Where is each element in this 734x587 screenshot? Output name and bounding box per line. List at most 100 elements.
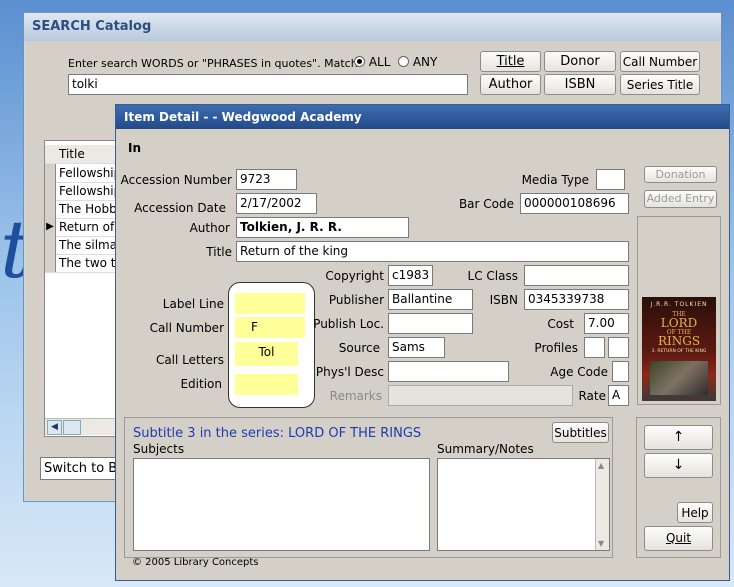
bar-code-field[interactable]: 000000108696 [520, 193, 629, 214]
author-field[interactable]: Tolkien, J. R. R. [236, 217, 409, 238]
accession-number-label: Accession Number [120, 173, 232, 187]
summary-scrollbar[interactable]: ▲ ▼ [595, 459, 609, 550]
subjects-label: Subjects [133, 442, 185, 456]
scroll-up-icon[interactable]: ▲ [598, 461, 604, 470]
results-header[interactable]: Title [45, 145, 120, 164]
scroll-down-icon[interactable]: ▼ [598, 539, 604, 548]
list-item[interactable]: The Hobbit [45, 200, 120, 219]
subtitle-text: Subtitle 3 in the series: LORD OF THE RI… [133, 426, 422, 441]
rate-field[interactable]: A [608, 385, 629, 406]
lc-class-label: LC Class [467, 269, 518, 283]
arrow-up-icon: ↑ [672, 429, 685, 445]
profiles-field-2[interactable] [608, 337, 629, 358]
publisher-field[interactable]: Ballantine [388, 289, 473, 310]
quit-button[interactable]: Quit [644, 526, 713, 551]
age-code-label: Age Code [550, 365, 608, 379]
bar-code-label: Bar Code [458, 197, 514, 211]
book-cover-image: J.R.R. TOLKIEN THE LORD OF THE RINGS 3. … [642, 297, 716, 401]
copyright-label: Copyright [325, 269, 384, 283]
call-number-label: Call Number [149, 321, 224, 335]
cost-label: Cost [547, 317, 574, 331]
row-pointer-icon: ▶ [45, 218, 56, 236]
label-line-field[interactable] [235, 293, 305, 314]
media-type-field[interactable] [596, 169, 625, 190]
donation-button[interactable]: Donation [644, 166, 717, 183]
match-any-radio[interactable] [398, 56, 409, 67]
list-item[interactable]: Fellowship [45, 164, 120, 183]
accession-number-field[interactable]: 9723 [236, 169, 297, 190]
edition-label: Edition [180, 377, 222, 391]
profiles-field-1[interactable] [584, 337, 605, 358]
isbn-label: ISBN [489, 293, 518, 307]
subjects-panel: Subtitle 3 in the series: LORD OF THE RI… [124, 417, 613, 558]
arrow-down-icon: ↓ [672, 457, 685, 473]
title-search-button[interactable]: Title [480, 51, 541, 72]
search-input[interactable]: tolki [68, 74, 468, 95]
edition-field[interactable] [235, 374, 298, 395]
source-label: Source [338, 341, 380, 355]
match-all-option[interactable]: ALL [354, 55, 390, 69]
navigation-panel: ↑ ↓ Help Quit [636, 417, 721, 558]
cover-artwork [650, 361, 708, 395]
copyright-footer: © 2005 Library Concepts [132, 557, 259, 568]
list-item-selected[interactable]: ▶ Return of [45, 218, 120, 237]
search-prompt: Enter search WORDS or "PHRASES in quotes… [68, 57, 362, 70]
profiles-label: Profiles [534, 341, 578, 355]
isbn-field[interactable]: 0345339738 [524, 289, 629, 310]
lc-class-field[interactable] [524, 265, 629, 286]
rate-label: Rate [578, 389, 606, 403]
scroll-thumb[interactable] [63, 420, 81, 435]
spine-label-box: F Tol [228, 282, 315, 408]
detail-window-title: Item Detail - - Wedgwood Academy [116, 105, 729, 129]
subtitles-button[interactable]: Subtitles [552, 422, 609, 443]
list-item[interactable]: The silma [45, 236, 120, 255]
list-item[interactable]: Fellowship [45, 182, 120, 201]
age-code-field[interactable] [612, 361, 629, 382]
phys-desc-label: Phys'l Desc [315, 365, 384, 379]
added-entry-button[interactable]: Added Entry [644, 190, 717, 208]
source-field[interactable]: Sams [388, 337, 445, 358]
results-header-title: Title [59, 147, 85, 161]
search-window-title: SEARCH Catalog [24, 13, 721, 41]
copyright-field[interactable]: c1983 [388, 265, 433, 286]
status-in: In [128, 141, 142, 155]
phys-desc-field[interactable] [388, 361, 509, 382]
cost-field[interactable]: 7.00 [584, 313, 629, 334]
background-swash: t [0, 200, 25, 300]
title-label: Title [206, 245, 232, 259]
publish-loc-field[interactable] [388, 313, 473, 334]
remarks-label: Remarks [329, 389, 382, 403]
match-any-option[interactable]: ANY [398, 55, 437, 69]
call-number-field[interactable]: F [235, 317, 305, 338]
match-all-radio[interactable] [354, 56, 365, 67]
subjects-textarea[interactable] [133, 458, 430, 551]
donor-search-button[interactable]: Donor [544, 51, 616, 72]
match-any-label: ANY [412, 55, 438, 69]
scroll-left-icon[interactable]: ◀ [47, 420, 62, 435]
media-type-label: Media Type [521, 173, 589, 187]
title-field[interactable]: Return of the king [236, 241, 629, 262]
list-item[interactable]: The two to [45, 254, 120, 273]
item-detail-window: Item Detail - - Wedgwood Academy In Acce… [115, 104, 730, 581]
call-number-search-button[interactable]: Call Number [620, 51, 700, 72]
remarks-field[interactable] [388, 385, 573, 406]
author-label: Author [189, 221, 230, 235]
cover-panel: J.R.R. TOLKIEN THE LORD OF THE RINGS 3. … [637, 216, 721, 405]
accession-date-field[interactable]: 2/17/2002 [236, 193, 317, 214]
author-search-button[interactable]: Author [480, 74, 541, 95]
publish-loc-label: Publish Loc. [313, 317, 384, 331]
call-letters-field[interactable]: Tol [235, 342, 298, 366]
isbn-search-button[interactable]: ISBN [544, 74, 616, 95]
help-button[interactable]: Help [677, 502, 713, 523]
summary-notes-textarea[interactable]: ▲ ▼ [437, 458, 610, 551]
call-letters-label: Call Letters [155, 353, 224, 367]
next-record-button[interactable]: ↓ [644, 453, 713, 478]
publisher-label: Publisher [328, 293, 384, 307]
results-list[interactable]: Title Fellowship Fellowship The Hobbit ▶… [44, 140, 121, 437]
horizontal-scrollbar[interactable]: ◀ [45, 418, 120, 435]
match-all-label: ALL [368, 55, 391, 69]
accession-date-label: Accession Date [134, 201, 226, 215]
switch-button[interactable]: Switch to BR [40, 457, 118, 480]
previous-record-button[interactable]: ↑ [644, 425, 713, 450]
series-title-search-button[interactable]: Series Title [620, 74, 700, 95]
